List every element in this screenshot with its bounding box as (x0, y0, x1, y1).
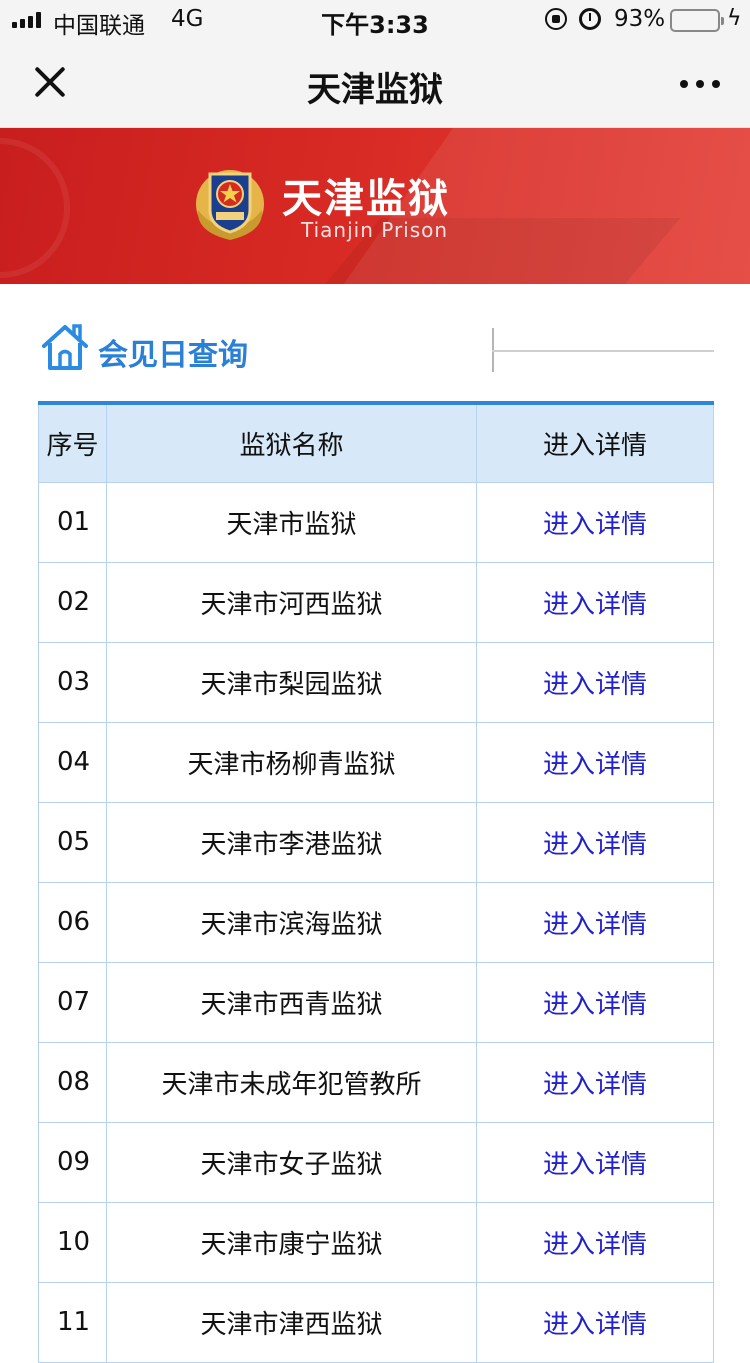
header-no: 序号 (38, 402, 107, 483)
detail-link[interactable]: 进入详情 (543, 1230, 647, 1260)
table-row: 01 天津市监狱 进入详情 (38, 481, 714, 563)
banner-title: 天津监狱 (282, 175, 450, 222)
nav-bar: 天津监狱 (0, 40, 750, 128)
table-row: 04 天津市杨柳青监狱 进入详情 (38, 721, 714, 803)
row-name: 天津市津西监狱 (106, 1281, 477, 1363)
charging-icon: ϟ (727, 6, 742, 31)
row-name: 天津市杨柳青监狱 (106, 721, 477, 803)
row-name: 天津市河西监狱 (106, 561, 477, 643)
header-name: 监狱名称 (106, 402, 477, 483)
row-no: 09 (38, 1121, 107, 1203)
detail-link[interactable]: 进入详情 (543, 1070, 647, 1100)
row-name: 天津市女子监狱 (106, 1121, 477, 1203)
table-row: 11 天津市津西监狱 进入详情 (38, 1281, 714, 1363)
page-title: 天津监狱 (307, 70, 443, 110)
section-title: 会见日查询 (98, 338, 248, 373)
row-name: 天津市李港监狱 (106, 801, 477, 883)
table-row: 06 天津市滨海监狱 进入详情 (38, 881, 714, 963)
battery-percent: 93% (614, 6, 666, 32)
row-no: 01 (38, 481, 107, 563)
table-row: 07 天津市西青监狱 进入详情 (38, 961, 714, 1043)
orientation-lock-icon (545, 8, 567, 30)
row-no: 08 (38, 1041, 107, 1123)
table-header-row: 序号 监狱名称 进入详情 (38, 402, 714, 483)
row-no: 11 (38, 1281, 107, 1363)
header-link: 进入详情 (476, 402, 714, 483)
detail-link[interactable]: 进入详情 (543, 510, 647, 540)
table-row: 02 天津市河西监狱 进入详情 (38, 561, 714, 643)
detail-link[interactable]: 进入详情 (543, 910, 647, 940)
table-row: 09 天津市女子监狱 进入详情 (38, 1121, 714, 1203)
detail-link[interactable]: 进入详情 (543, 830, 647, 860)
status-bar: 中国联通 4G 下午3:33 93% ϟ (0, 0, 750, 40)
row-no: 03 (38, 641, 107, 723)
more-options-icon[interactable] (680, 80, 720, 88)
detail-link[interactable]: 进入详情 (543, 990, 647, 1020)
police-emblem-icon (196, 170, 264, 240)
row-no: 10 (38, 1201, 107, 1283)
section-divider (492, 328, 714, 372)
row-name: 天津市未成年犯管教所 (106, 1041, 477, 1123)
table-row: 08 天津市未成年犯管教所 进入详情 (38, 1041, 714, 1123)
row-no: 04 (38, 721, 107, 803)
alarm-icon (579, 8, 601, 30)
table-row: 05 天津市李港监狱 进入详情 (38, 801, 714, 883)
detail-link[interactable]: 进入详情 (543, 1310, 647, 1340)
row-no: 07 (38, 961, 107, 1043)
detail-link[interactable]: 进入详情 (543, 590, 647, 620)
detail-link[interactable]: 进入详情 (543, 750, 647, 780)
detail-link[interactable]: 进入详情 (543, 1150, 647, 1180)
header-banner: 天津监狱 Tianjin Prison (0, 128, 750, 284)
row-name: 天津市西青监狱 (106, 961, 477, 1043)
row-name: 天津市康宁监狱 (106, 1201, 477, 1283)
battery-icon (670, 9, 724, 32)
row-name: 天津市梨园监狱 (106, 641, 477, 723)
row-name: 天津市滨海监狱 (106, 881, 477, 963)
section-header: 会见日查询 (40, 318, 720, 378)
row-no: 02 (38, 561, 107, 643)
table-row: 03 天津市梨园监狱 进入详情 (38, 641, 714, 723)
banner-subtitle: Tianjin Prison (301, 218, 449, 242)
detail-link[interactable]: 进入详情 (543, 670, 647, 700)
home-icon (42, 324, 88, 370)
table-row: 10 天津市康宁监狱 进入详情 (38, 1201, 714, 1283)
row-no: 05 (38, 801, 107, 883)
prison-table: 序号 监狱名称 进入详情 01 天津市监狱 进入详情 02 天津市河西监狱 进入… (38, 401, 714, 1363)
row-name: 天津市监狱 (106, 481, 477, 563)
row-no: 06 (38, 881, 107, 963)
